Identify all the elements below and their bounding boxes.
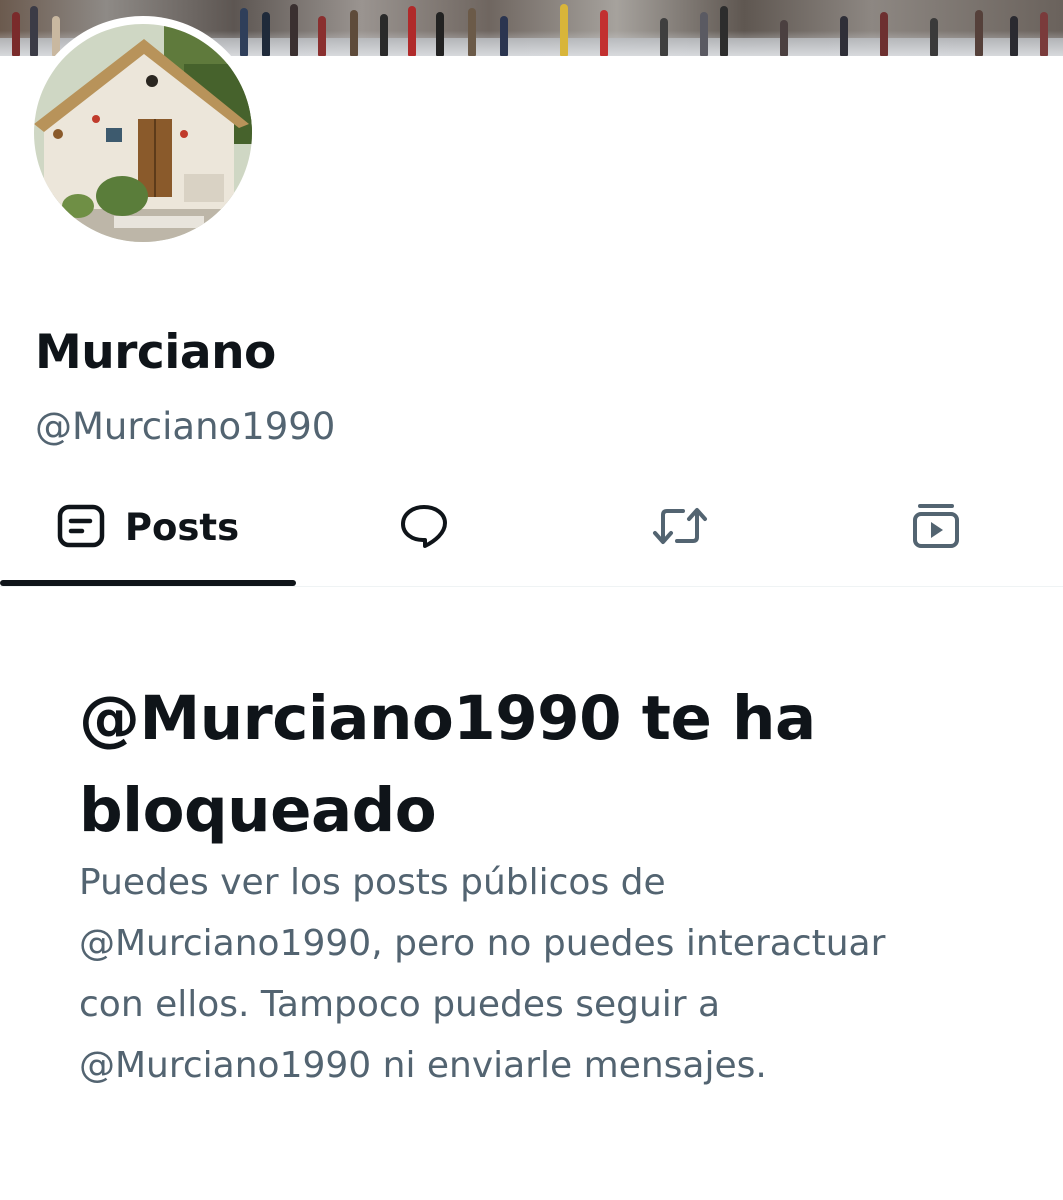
- tab-media[interactable]: [808, 470, 1063, 585]
- reposts-icon: [651, 505, 709, 551]
- banner-figure: [930, 18, 938, 56]
- profile-display-name: Murciano: [35, 325, 276, 380]
- banner-figure: [660, 18, 668, 56]
- banner-figure: [1010, 16, 1018, 56]
- banner-figure: [700, 12, 708, 56]
- blocked-notice-title: @Murciano1990 te ha bloqueado: [79, 683, 816, 846]
- blocked-notice-body: Puedes ver los posts públicos de @Murcia…: [79, 862, 886, 1086]
- banner-figure: [408, 6, 416, 56]
- tab-replies[interactable]: [296, 470, 552, 585]
- tabs-divider: [0, 586, 1063, 587]
- banner-figure: [436, 12, 444, 56]
- banner-figure: [560, 4, 568, 56]
- banner-figure: [350, 10, 358, 56]
- avatar-frame[interactable]: [26, 16, 260, 250]
- banner-figure: [12, 12, 20, 56]
- banner-figure: [468, 8, 476, 56]
- tab-posts-label: Posts: [124, 506, 240, 549]
- banner-figure: [1040, 12, 1048, 56]
- avatar-image: [34, 24, 252, 242]
- profile-tabs: Posts: [0, 470, 1063, 587]
- banner-figure: [318, 16, 326, 56]
- banner-figure: [290, 4, 298, 56]
- tab-reposts[interactable]: [552, 470, 808, 585]
- banner-figure: [780, 20, 788, 56]
- replies-icon: [399, 503, 449, 553]
- tab-posts[interactable]: Posts: [0, 470, 296, 585]
- banner-figure: [975, 10, 983, 56]
- banner-figure: [600, 10, 608, 56]
- banner-figure: [840, 16, 848, 56]
- media-icon: [911, 502, 961, 554]
- profile-handle: @Murciano1990: [35, 405, 336, 448]
- posts-icon: [57, 504, 105, 552]
- banner-figure: [380, 14, 388, 56]
- banner-figure: [30, 6, 38, 56]
- banner-figure: [500, 16, 508, 56]
- banner-figure: [262, 12, 270, 56]
- banner-figure: [880, 12, 888, 56]
- avatar[interactable]: [34, 24, 252, 242]
- banner-figure: [240, 8, 248, 56]
- banner-figure: [720, 6, 728, 56]
